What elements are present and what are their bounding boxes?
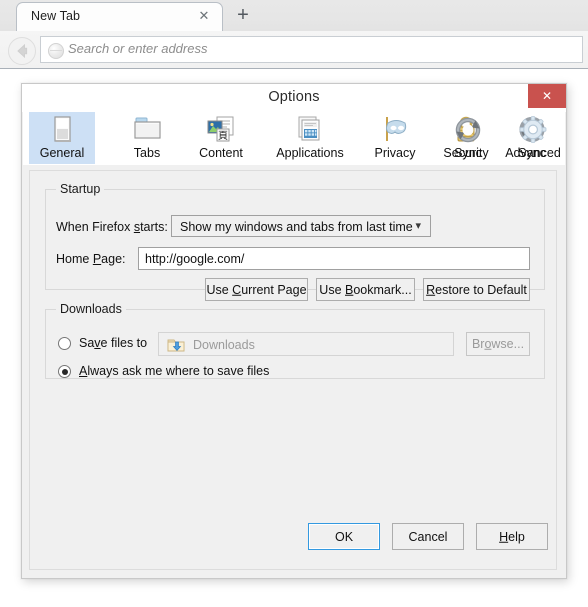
browse-label: Browse...	[471, 336, 525, 351]
tab-content[interactable]: 頁 Content	[183, 112, 259, 164]
globe-icon	[48, 43, 64, 59]
save-files-to-radio[interactable]	[58, 337, 71, 350]
home-page-value: http://google.com/	[145, 252, 245, 266]
use-bookmark-button[interactable]: Use Bookmark...	[316, 278, 415, 301]
cancel-label: Cancel	[408, 529, 448, 544]
when-firefox-starts-select[interactable]: Show my windows and tabs from last time …	[171, 215, 431, 237]
home-page-input[interactable]: http://google.com/	[138, 247, 530, 270]
advanced-gear-icon	[519, 116, 547, 143]
dialog-close-button[interactable]: ✕	[528, 84, 566, 108]
tab-content-label: Content	[199, 146, 243, 160]
back-arrow-icon	[17, 43, 28, 59]
use-current-page-button[interactable]: Use Current Page	[205, 278, 308, 301]
use-current-page-label: Use Current Page	[206, 282, 307, 297]
use-bookmark-label: Use Bookmark...	[319, 282, 412, 297]
applications-icon	[298, 116, 320, 141]
home-page-label: Home Page:	[56, 252, 126, 266]
download-folder-field[interactable]: Downloads	[158, 332, 454, 356]
dialog-title: Options	[268, 89, 320, 105]
general-window-icon	[54, 116, 71, 142]
tab-privacy[interactable]: Privacy	[361, 112, 429, 164]
tab-advanced-label: Advanced	[505, 146, 561, 160]
tab-close-icon[interactable]: ✕	[196, 8, 212, 24]
downloads-group: Downloads Save files to Downloads Browse…	[45, 302, 545, 379]
when-firefox-starts-label: When Firefox starts:	[56, 220, 168, 234]
always-ask-label: Always ask me where to save files	[79, 364, 270, 378]
address-bar[interactable]: Search or enter address	[40, 36, 583, 63]
tab-applications[interactable]: Applications	[259, 112, 361, 164]
startup-legend: Startup	[60, 182, 101, 196]
ok-label: OK	[334, 529, 354, 544]
browser-nav-bar: Search or enter address	[0, 31, 588, 69]
back-button[interactable]	[8, 37, 36, 65]
always-ask-radio[interactable]	[58, 365, 71, 378]
screen: New Tab ✕ + Search or enter address Opti…	[0, 0, 588, 607]
tab-sync-label: Sync	[454, 146, 482, 160]
content-page-icon: 頁	[207, 116, 234, 142]
help-label: Help	[499, 529, 525, 544]
tab-sync-real[interactable]: Sync	[436, 112, 500, 164]
sync-arrows-icon	[455, 117, 481, 143]
tab-general-label: General	[39, 146, 85, 160]
help-button[interactable]: Help	[476, 523, 548, 550]
save-files-to-label: Save files to	[79, 336, 148, 350]
startup-group: Startup When Firefox starts: Show my win…	[45, 182, 545, 301]
cancel-button[interactable]: Cancel	[392, 523, 464, 550]
downloads-legend: Downloads	[60, 302, 122, 316]
browser-tab-strip: New Tab ✕ +	[0, 0, 588, 32]
browser-tab[interactable]: New Tab ✕	[16, 2, 223, 32]
dialog-title-bar: Options ✕	[22, 84, 566, 112]
tab-general[interactable]: General	[29, 112, 95, 164]
svg-text:頁: 頁	[218, 130, 228, 142]
chevron-down-icon: ▾	[415, 220, 421, 232]
download-folder-value: Downloads	[193, 338, 255, 352]
address-bar-placeholder: Search or enter address	[68, 41, 208, 56]
dialog-body: Startup When Firefox starts: Show my win…	[23, 165, 565, 578]
tab-advanced-real[interactable]: Advanced	[500, 112, 566, 164]
restore-to-default-label: Restore to Default	[426, 282, 527, 297]
tab-applications-label: Applications	[276, 146, 344, 160]
tab-tabs[interactable]: Tabs	[115, 112, 179, 164]
general-panel: Startup When Firefox starts: Show my win…	[29, 170, 557, 570]
new-tab-button[interactable]: +	[232, 5, 254, 27]
restore-to-default-button[interactable]: Restore to Default	[423, 278, 530, 301]
when-firefox-starts-value: Show my windows and tabs from last time	[180, 220, 413, 234]
browser-tab-title: New Tab	[31, 9, 81, 23]
tab-tabs-label: Tabs	[133, 146, 161, 160]
download-folder-icon	[167, 339, 185, 352]
privacy-mask-icon	[386, 117, 407, 141]
tabs-folder-icon	[134, 117, 161, 139]
browse-button[interactable]: Browse...	[466, 332, 530, 356]
options-dialog: Options ✕ General Tabs 頁 Content Applica…	[21, 83, 567, 579]
tab-privacy-label: Privacy	[374, 146, 416, 160]
ok-button[interactable]: OK	[308, 523, 380, 550]
